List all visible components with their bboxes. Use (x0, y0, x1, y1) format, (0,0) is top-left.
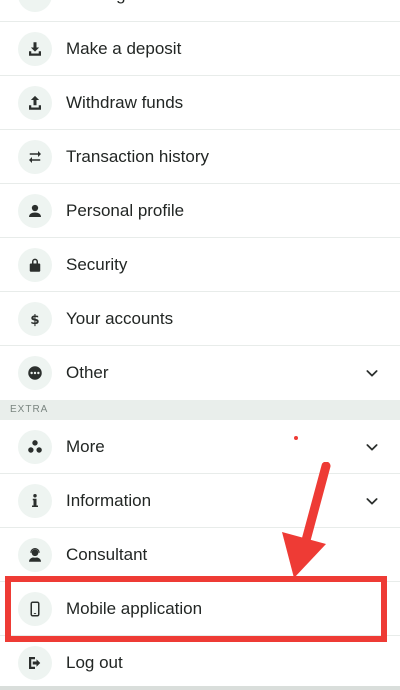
menu-item-label: Consultant (66, 545, 148, 564)
menu-item-label: Log out (66, 653, 123, 672)
download-tray-icon (18, 32, 52, 66)
menu-item-personal-profile[interactable]: Personal profile (0, 184, 400, 238)
menu-item-label: Information (66, 491, 152, 510)
menu-item-label: Withdraw funds (66, 93, 184, 112)
menu-item-consultant[interactable]: Consultant (0, 528, 400, 582)
menu-item-label: Personal profile (66, 201, 185, 220)
info-icon (18, 484, 52, 518)
menu-item-more[interactable]: More (0, 420, 400, 474)
lock-icon (18, 248, 52, 282)
menu-item-transaction-history[interactable]: Transaction history (0, 130, 400, 184)
menu-item-log-out[interactable]: Log out (0, 636, 400, 690)
mail-icon (18, 0, 52, 12)
headset-person-icon (18, 538, 52, 572)
menu-item-withdraw-funds[interactable]: Withdraw funds (0, 76, 400, 130)
swap-arrows-icon (18, 140, 52, 174)
annotation-dot (294, 436, 298, 440)
smartphone-icon (18, 592, 52, 626)
upload-tray-icon (18, 86, 52, 120)
menu-item-your-accounts[interactable]: $ Your accounts (0, 292, 400, 346)
menu-item-other[interactable]: Other (0, 346, 400, 400)
menu-item-label: Other (66, 363, 109, 382)
menu-item-label: Make a deposit (66, 39, 182, 58)
chevron-down-icon (364, 365, 380, 381)
menu-item-mobile-application[interactable]: Mobile application (0, 582, 400, 636)
menu-item-security[interactable]: Security (0, 238, 400, 292)
logout-icon (18, 646, 52, 680)
menu-item-label: Mobile application (66, 599, 203, 618)
chevron-down-icon (364, 439, 380, 455)
section-header-extra: EXTRA (0, 400, 400, 420)
three-circles-icon (18, 430, 52, 464)
person-icon (18, 194, 52, 228)
chevron-down-icon (364, 493, 380, 509)
dollar-icon: $ (18, 302, 52, 336)
menu-item-label: Messages (66, 0, 143, 22)
menu-item-make-deposit[interactable]: Make a deposit (0, 22, 400, 76)
menu-item-label: More (66, 437, 105, 456)
menu-item-messages[interactable]: Messages (0, 0, 400, 22)
menu-item-label: Your accounts (66, 309, 174, 328)
menu-item-label: Security (66, 255, 128, 274)
menu-screen: Messages Make a deposit Withdraw funds (0, 0, 400, 690)
menu-item-information[interactable]: Information (0, 474, 400, 528)
svg-text:$: $ (30, 312, 39, 328)
menu-item-label: Transaction history (66, 147, 209, 166)
more-dots-icon (18, 356, 52, 390)
bottom-edge (0, 686, 400, 690)
